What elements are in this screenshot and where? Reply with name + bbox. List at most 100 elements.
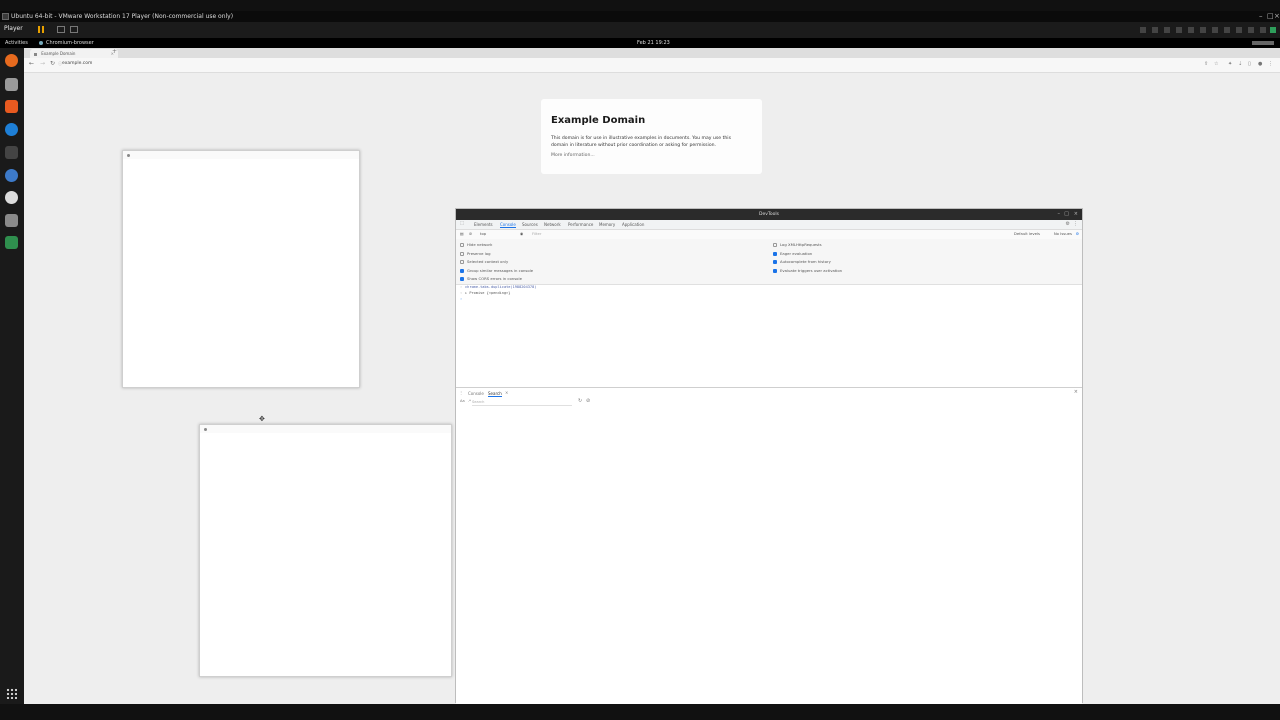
device-icon[interactable]: [1200, 27, 1206, 33]
drawer-tab-search[interactable]: Search: [488, 391, 502, 397]
chromium-icon[interactable]: [5, 169, 18, 182]
close-icon[interactable]: ×: [1074, 209, 1078, 220]
tab-performance[interactable]: Performance: [568, 222, 593, 227]
tab-network[interactable]: Network: [544, 222, 561, 227]
updater-icon[interactable]: [5, 191, 18, 204]
preserve-log-option[interactable]: Preserve log: [460, 251, 491, 256]
checkbox[interactable]: [773, 269, 777, 273]
app-menu[interactable]: Chromium-browser: [46, 38, 94, 48]
checkbox[interactable]: [773, 243, 777, 247]
trash-icon[interactable]: [5, 236, 18, 249]
tab-console[interactable]: Console: [500, 222, 516, 228]
drawer-tab-console[interactable]: Console: [468, 391, 484, 396]
back-icon[interactable]: ←: [29, 60, 34, 67]
more-information-link[interactable]: More information...: [551, 153, 595, 158]
device-icon[interactable]: [1188, 27, 1194, 33]
checkbox[interactable]: [460, 277, 464, 281]
checkbox[interactable]: [460, 243, 464, 247]
maximize-icon[interactable]: □: [1064, 209, 1069, 220]
issues-counter[interactable]: No Issues: [1054, 231, 1072, 236]
firefox-icon[interactable]: [5, 54, 18, 67]
drawer-menu-icon[interactable]: ⋮: [459, 390, 463, 395]
tab-elements[interactable]: Elements: [474, 222, 493, 227]
terminal-icon[interactable]: [5, 146, 18, 159]
help-icon[interactable]: [5, 123, 18, 136]
device-icon[interactable]: [1236, 27, 1242, 33]
search-input[interactable]: Search: [472, 400, 572, 406]
drawer-close-icon[interactable]: ×: [1074, 389, 1078, 395]
device-icon[interactable]: [1224, 27, 1230, 33]
empty-popup-window[interactable]: [122, 150, 360, 388]
profile-icon[interactable]: ●: [1258, 61, 1262, 67]
popup-title-bar[interactable]: [200, 425, 451, 433]
sidepanel-icon[interactable]: ▯: [1248, 61, 1251, 67]
device-icon[interactable]: [1212, 27, 1218, 33]
checkbox[interactable]: [773, 260, 777, 264]
checkbox[interactable]: [773, 252, 777, 256]
clear-console-icon[interactable]: ⊘: [469, 231, 472, 236]
inspect-icon[interactable]: ⬚: [460, 221, 464, 226]
tab-application[interactable]: Application: [622, 222, 644, 227]
maximize-icon[interactable]: □: [1267, 11, 1274, 22]
empty-popup-window[interactable]: [199, 424, 452, 677]
share-icon[interactable]: ⇪: [1204, 61, 1208, 67]
eye-icon[interactable]: ◉: [520, 231, 523, 236]
player-menu[interactable]: Player: [4, 25, 23, 32]
filter-input[interactable]: Filter: [532, 231, 541, 236]
popup-title-bar[interactable]: [123, 151, 359, 159]
device-icon[interactable]: [1248, 27, 1254, 33]
log-xhr-option[interactable]: Log XMLHttpRequests: [773, 242, 822, 247]
reload-icon[interactable]: ↻: [50, 60, 55, 67]
tab-close-icon[interactable]: ×: [505, 390, 508, 395]
minimize-icon[interactable]: –: [1058, 209, 1061, 220]
checkbox[interactable]: [460, 269, 464, 273]
context-selector[interactable]: top: [480, 231, 486, 236]
checkbox[interactable]: [460, 260, 464, 264]
user-activation-option[interactable]: Evaluate triggers user activation: [773, 268, 842, 273]
activities-button[interactable]: Activities: [5, 38, 28, 48]
console-result-line[interactable]: ▸ Promise {<pending>}: [465, 291, 510, 295]
more-options-icon[interactable]: ⋮: [1073, 221, 1078, 227]
new-tab-icon[interactable]: +: [112, 48, 117, 55]
system-tray-icon[interactable]: [1252, 41, 1274, 45]
devtools-title-bar[interactable]: DevTools – □ ×: [456, 209, 1082, 220]
clear-search-icon[interactable]: ⊘: [586, 398, 590, 404]
autocomplete-option[interactable]: Autocomplete from history: [773, 259, 831, 264]
url-field[interactable]: example.com: [62, 61, 92, 66]
group-similar-option[interactable]: Group similar messages in console: [460, 268, 533, 273]
menu-icon[interactable]: ⋮: [1268, 61, 1273, 67]
device-icon[interactable]: [1260, 27, 1266, 33]
clock[interactable]: Feb 21 19:23: [637, 38, 670, 48]
disk-icon[interactable]: [5, 214, 18, 227]
bookmark-star-icon[interactable]: ☆: [1214, 61, 1218, 67]
checkbox[interactable]: [460, 252, 464, 256]
close-icon[interactable]: ×: [1274, 11, 1280, 22]
tab-sources[interactable]: Sources: [522, 222, 538, 227]
device-icon[interactable]: [1140, 27, 1146, 33]
forward-icon[interactable]: →: [40, 60, 45, 67]
browser-tab[interactable]: Example Domain ×: [30, 49, 118, 58]
tab-memory[interactable]: Memory: [599, 222, 615, 227]
eager-evaluation-option[interactable]: Eager evaluation: [773, 251, 812, 256]
files-icon[interactable]: [5, 78, 18, 91]
send-keys-icon[interactable]: [57, 26, 65, 33]
device-icon[interactable]: [1164, 27, 1170, 33]
show-cors-option[interactable]: Show CORS errors in console: [460, 276, 522, 281]
device-icon[interactable]: [1176, 27, 1182, 33]
fullscreen-icon[interactable]: [70, 26, 78, 33]
selected-context-option[interactable]: Selected context only: [460, 259, 508, 264]
hide-network-option[interactable]: Hide network: [460, 242, 492, 247]
sidebar-toggle-icon[interactable]: ▤: [460, 231, 464, 236]
minimize-icon[interactable]: –: [1259, 11, 1263, 22]
download-icon[interactable]: ⇣: [1238, 61, 1242, 67]
pause-icon[interactable]: [38, 26, 44, 33]
log-levels-dropdown[interactable]: Default levels: [1014, 231, 1040, 236]
software-icon[interactable]: [5, 100, 18, 113]
gear-icon[interactable]: ⚙: [1066, 221, 1070, 227]
extensions-icon[interactable]: ✦: [1228, 61, 1232, 67]
regex-icon[interactable]: .*: [468, 399, 471, 403]
console-settings-icon[interactable]: ⚙: [1076, 231, 1079, 236]
device-icon[interactable]: [1152, 27, 1158, 33]
match-case-icon[interactable]: Aa: [460, 399, 465, 403]
refresh-icon[interactable]: ↻: [578, 398, 582, 404]
